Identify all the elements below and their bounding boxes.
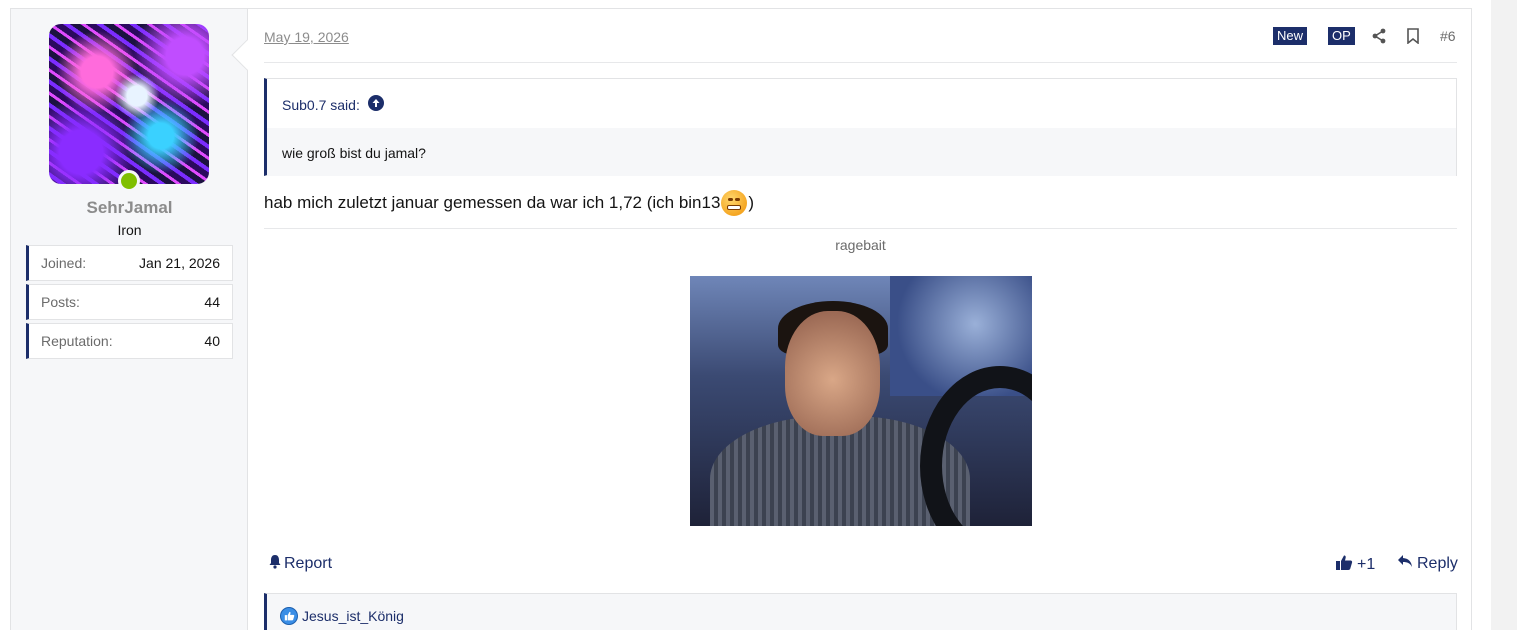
signature-divider [264,228,1457,229]
quote-text: wie groß bist du jamal? [267,128,1456,176]
report-label: Report [284,555,333,572]
like-button[interactable]: +1 [1335,554,1375,576]
stat-value: Jan 21, 2026 [139,255,220,271]
signature-image [690,276,1032,526]
share-icon[interactable] [1369,26,1389,46]
user-avatar[interactable] [49,24,209,184]
header-divider [264,62,1457,63]
username[interactable]: SehrJamal [11,198,248,218]
reply-icon [1397,554,1413,573]
like-count: +1 [1357,556,1376,573]
reaction-summary[interactable]: Jesus_ist_König [280,607,404,625]
report-button[interactable]: Report [268,554,332,574]
like-reaction-icon [280,607,298,625]
reply-button[interactable]: Reply [1397,554,1458,573]
signature-caption: ragebait [835,237,886,253]
user-info-panel: SehrJamal Iron Joined: Jan 21, 2026 Post… [11,9,248,630]
scrollbar-track[interactable] [1491,0,1517,630]
stat-joined: Joined: Jan 21, 2026 [26,245,233,281]
quote-header[interactable]: Sub0.7 said: [282,95,384,114]
stat-posts: Posts: 44 [26,284,233,320]
user-title: Iron [117,222,142,238]
op-badge: OP [1328,27,1355,45]
bookmark-icon[interactable] [1403,26,1423,46]
reaction-user-link[interactable]: Jesus_ist_König [302,608,404,624]
message-text-end: ) [748,193,755,212]
bell-icon [268,554,282,574]
grin-emoji [721,190,748,216]
stat-value: 40 [204,333,220,349]
thumbs-up-icon [1335,554,1353,576]
post-date-link[interactable]: May 19, 2026 [264,29,349,45]
quote-author[interactable]: Sub0.7 said: [282,97,360,113]
reply-label: Reply [1417,554,1458,572]
stat-label: Joined: [41,255,87,271]
stat-label: Reputation: [41,333,113,349]
new-badge: New [1273,27,1308,45]
forum-post: SehrJamal Iron Joined: Jan 21, 2026 Post… [10,8,1472,630]
post-number-link[interactable]: #6 [1440,28,1456,44]
arrow-up-circle-icon[interactable] [367,95,384,114]
reactions-bar: Jesus_ist_König [264,593,1457,630]
stat-label: Posts: [41,294,80,310]
photo-face-region [785,311,880,436]
quote-block: Sub0.7 said: wie groß bist du jamal? [264,78,1457,176]
stat-reputation: Reputation: 40 [26,323,233,359]
stat-value: 44 [204,294,220,310]
online-status-indicator [118,170,140,192]
post-message: hab mich zuletzt januar gemessen da war … [264,190,754,216]
message-text: hab mich zuletzt januar gemessen da war … [264,193,721,212]
